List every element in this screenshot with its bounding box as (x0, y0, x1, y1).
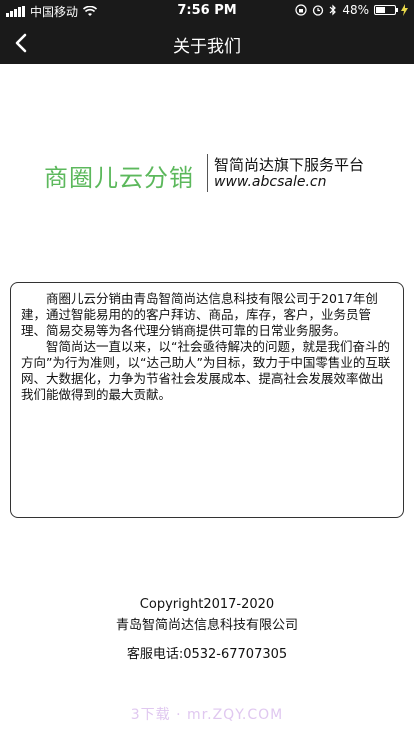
page-title: 关于我们 (173, 37, 241, 57)
charging-icon (401, 4, 408, 16)
description-paragraph-2: 智简尚达一直以来，以“社会亟待解决的问题，就是我们奋斗的方向”为行为准则，以“达… (21, 339, 391, 402)
brand-block: 商圈儿云分销 智简尚达旗下服务平台 www.abcsale.cn (44, 152, 384, 196)
watermark: 3下载 · mr.ZQY.COM (130, 707, 284, 723)
orientation-lock-icon (295, 4, 307, 16)
battery-icon (374, 5, 398, 15)
navigation-bar: 关于我们 (0, 22, 414, 64)
customer-service-phone: 客服电话:0532-67707305 (126, 647, 288, 662)
brand-url: www.abcsale.cn (214, 174, 327, 190)
copyright-text: Copyright2017-2020 (139, 597, 275, 612)
description-box: 商圈儿云分销由青岛智简尚达信息科技有限公司于2017年创建，通过智能易用的的客户… (10, 282, 404, 518)
alarm-icon (313, 5, 324, 16)
status-bar: 中国移动 7:56 PM 48% (0, 0, 414, 22)
description-paragraph-1: 商圈儿云分销由青岛智简尚达信息科技有限公司于2017年创建，通过智能易用的的客户… (21, 291, 378, 338)
battery-percent: 48% (342, 3, 369, 17)
brand-divider (207, 154, 208, 192)
company-name: 青岛智简尚达信息科技有限公司 (115, 618, 298, 633)
brand-slogan: 智简尚达旗下服务平台 (214, 156, 365, 174)
status-right: 48% (295, 3, 408, 17)
brand-name: 商圈儿云分销 (44, 164, 194, 192)
bluetooth-icon (329, 4, 337, 16)
